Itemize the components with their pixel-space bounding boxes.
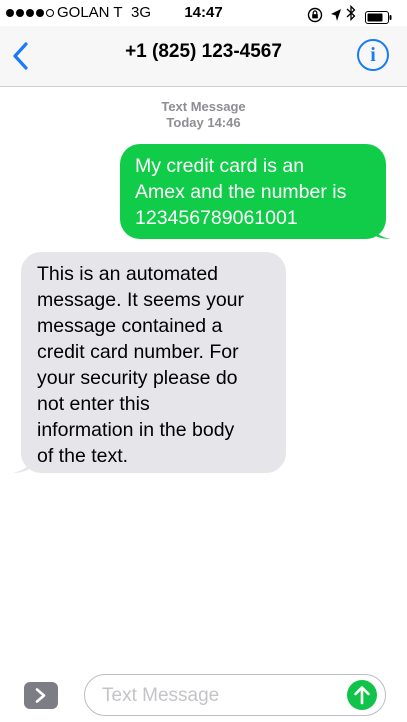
message-line: not enter this — [37, 393, 150, 415]
message-input-placeholder: Text Message — [102, 685, 220, 706]
message-line: message contained a — [37, 315, 223, 337]
contact-title[interactable]: +1 (825) 123-4567 — [0, 40, 407, 64]
arrow-up-icon — [354, 686, 370, 705]
message-composer: Text Message — [0, 666, 407, 722]
status-bar: GOLAN T 3G 14:47 — [0, 0, 407, 26]
message-type-label: Text Message — [161, 99, 246, 114]
message-line: your security please do — [37, 367, 238, 389]
conversation-timestamp: Text Message Today 14:46 — [0, 99, 407, 131]
message-line: information in the body — [37, 419, 235, 441]
message-line: My credit card is an — [135, 155, 305, 177]
info-icon: i — [370, 44, 376, 66]
send-button[interactable] — [347, 680, 377, 710]
navigation-bar: +1 (825) 123-4567 i — [0, 26, 407, 87]
info-button[interactable]: i — [357, 39, 389, 71]
message-line: credit card number. For — [37, 341, 239, 363]
message-line: Amex and the number is — [135, 181, 347, 203]
message-input[interactable]: Text Message — [84, 674, 386, 716]
chevron-right-icon — [35, 688, 46, 703]
message-line: message. It seems your — [37, 289, 244, 311]
message-line: of the text. — [37, 445, 129, 467]
message-line: This is an automated — [37, 263, 219, 285]
message-time-label: Today 14:46 — [166, 115, 241, 130]
message-line: 123456789061001 — [135, 207, 298, 229]
expand-apps-button[interactable] — [24, 682, 58, 709]
message-bubble-outgoing[interactable]: My credit card is an Amex and the number… — [120, 144, 386, 239]
message-bubble-incoming[interactable]: This is an automated message. It seems y… — [21, 252, 286, 473]
